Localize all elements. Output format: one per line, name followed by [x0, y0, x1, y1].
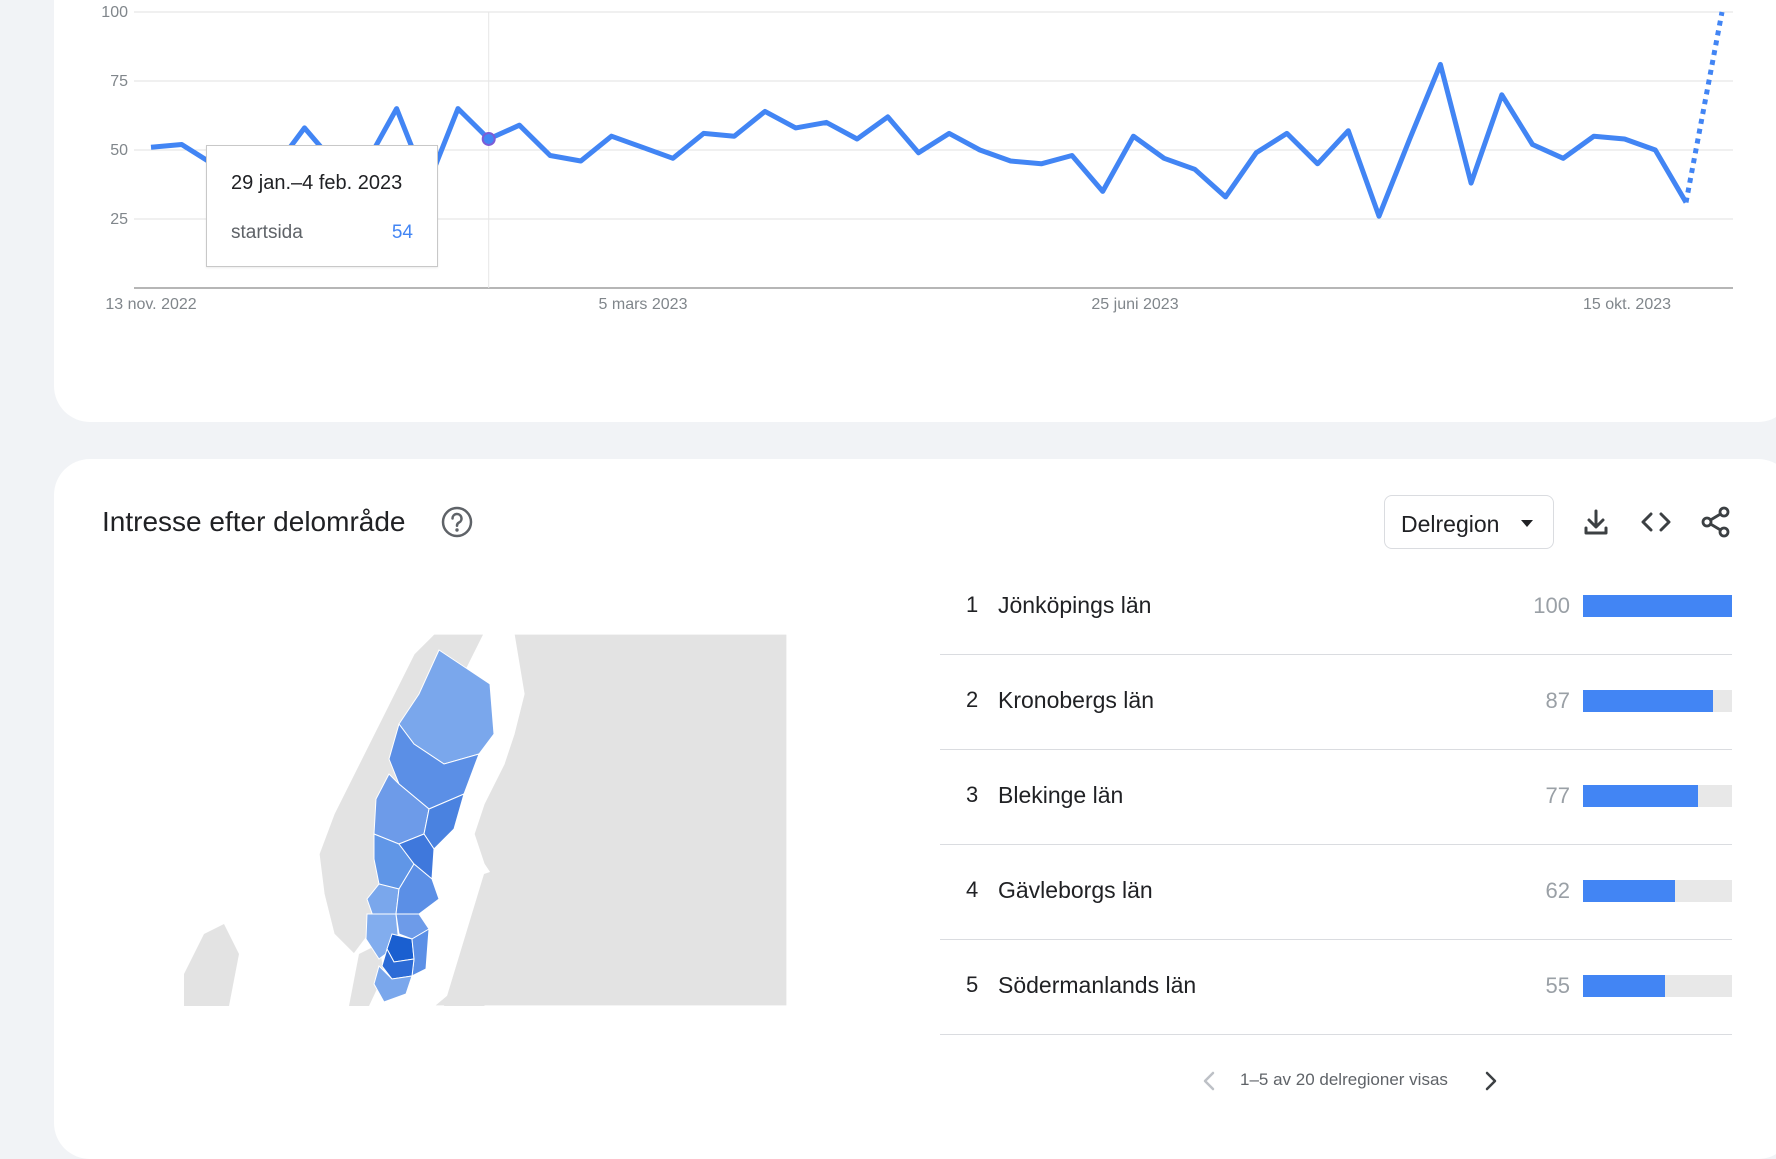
- region-value: 87: [1545, 688, 1570, 713]
- region-bar-fill: [1583, 690, 1713, 712]
- region-level-dropdown[interactable]: Delregion: [1384, 495, 1554, 549]
- region-value: 100: [1533, 593, 1570, 618]
- region-rank: 5: [966, 972, 979, 997]
- region-row[interactable]: 2 Kronobergs län 87: [940, 655, 1732, 750]
- tooltip-date: 29 jan.–4 feb. 2023: [231, 172, 403, 194]
- y-tick-label: 50: [110, 142, 128, 159]
- region-bar: [1583, 595, 1732, 617]
- region-name: Södermanlands län: [998, 972, 1197, 998]
- region-bar-fill: [1583, 785, 1698, 807]
- region-bar-fill: [1583, 880, 1676, 902]
- help-circle-icon[interactable]: [440, 505, 474, 539]
- region-bar: [1583, 880, 1732, 902]
- x-tick-label: 15 okt. 2023: [1583, 296, 1671, 313]
- embed-code-icon[interactable]: [1638, 504, 1674, 540]
- region-rank: 2: [966, 687, 979, 712]
- chart-tooltip: 29 jan.–4 feb. 2023 startsida 54: [206, 145, 438, 267]
- region-row[interactable]: 5 Södermanlands län 55: [940, 940, 1732, 1035]
- region-bar: [1583, 975, 1732, 997]
- series-partial-line: [1683, 11, 1725, 203]
- y-tick-label: 75: [110, 73, 128, 90]
- x-tick-label: 5 mars 2023: [599, 296, 688, 313]
- region-row[interactable]: 1 Jönköpings län 100: [940, 560, 1732, 655]
- region-name: Kronobergs län: [998, 687, 1154, 713]
- x-tick-label: 13 nov. 2022: [105, 296, 196, 313]
- region-rank: 4: [966, 877, 979, 902]
- region-list: 1 Jönköpings län 100 2 Kronobergs län 87…: [940, 560, 1732, 1035]
- pagination: 1–5 av 20 delregioner visas: [1200, 1066, 1497, 1096]
- hover-point: [481, 131, 496, 146]
- chevron-left-icon[interactable]: [1200, 1070, 1220, 1092]
- region-map[interactable]: [184, 634, 787, 1006]
- region-bar: [1583, 785, 1732, 807]
- tooltip-term: startsida: [231, 222, 303, 243]
- caret-down-icon: [1521, 520, 1533, 527]
- region-name: Blekinge län: [998, 782, 1124, 808]
- region-row[interactable]: 4 Gävleborgs län 62: [940, 845, 1732, 940]
- region-row[interactable]: 3 Blekinge län 77: [940, 750, 1732, 845]
- section-title: Intresse efter delområde: [102, 506, 406, 537]
- share-icon[interactable]: [1698, 504, 1734, 540]
- region-value: 55: [1545, 973, 1570, 998]
- dropdown-label: Delregion: [1401, 511, 1500, 537]
- download-icon[interactable]: [1578, 504, 1614, 540]
- y-tick-label: 25: [110, 211, 128, 228]
- chevron-right-icon[interactable]: [1480, 1070, 1500, 1092]
- region-value: 77: [1545, 783, 1570, 808]
- y-tick-label: 100: [101, 4, 128, 21]
- x-tick-label: 25 juni 2023: [1091, 296, 1178, 313]
- region-name: Jönköpings län: [998, 592, 1152, 618]
- region-rank: 3: [966, 782, 979, 807]
- tooltip-value: 54: [391, 222, 413, 243]
- region-bar: [1583, 690, 1732, 712]
- region-rank: 1: [966, 592, 979, 617]
- region-value: 62: [1545, 878, 1570, 903]
- pagination-text: 1–5 av 20 delregioner visas: [1240, 1070, 1448, 1089]
- region-name: Gävleborgs län: [998, 877, 1153, 903]
- region-bar-fill: [1583, 975, 1665, 997]
- region-bar-fill: [1583, 595, 1732, 617]
